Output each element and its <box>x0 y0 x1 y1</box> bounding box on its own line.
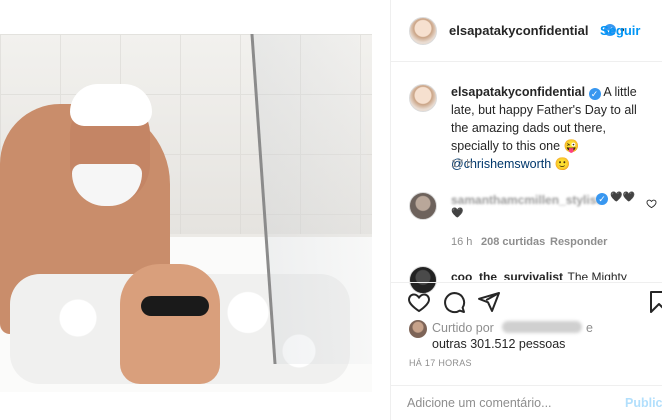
comment-time[interactable]: 16 h <box>451 236 472 248</box>
photo-kid <box>120 264 220 384</box>
liked-by-avatar[interactable] <box>409 320 427 338</box>
verified-icon: ✓ <box>596 193 608 205</box>
comment-username[interactable]: coo_the_survivalist <box>451 270 563 280</box>
caption-emoji: 😜 <box>563 139 580 153</box>
add-comment-bar: Publicar <box>391 385 662 420</box>
actions-divider <box>391 282 662 283</box>
caption-time[interactable]: 17 h <box>451 158 472 170</box>
publish-button[interactable]: Publicar <box>625 396 662 410</box>
comment-input[interactable] <box>407 396 607 410</box>
post-sidebar: elsapatakyconfidential ✓ • Seguir elsapa… <box>390 0 662 420</box>
post-photo[interactable] <box>0 34 372 392</box>
comment-text-line2: 🖤 <box>451 208 464 219</box>
follow-button[interactable]: Seguir <box>600 23 640 38</box>
post-header: elsapatakyconfidential ✓ • Seguir <box>391 0 662 62</box>
comment-text: The Mighty <box>567 270 627 280</box>
liked-by-prefix: Curtido por <box>432 321 494 335</box>
bookmark-icon[interactable] <box>647 290 662 314</box>
post-modal: elsapatakyconfidential ✓ • Seguir elsapa… <box>0 0 662 420</box>
author-avatar[interactable] <box>409 17 437 45</box>
photo-man-foam <box>70 84 152 126</box>
share-icon[interactable] <box>477 290 501 314</box>
post-timestamp[interactable]: HÁ 17 HORAS <box>409 358 472 368</box>
author-username[interactable]: elsapatakyconfidential <box>449 23 588 38</box>
caption-author-avatar[interactable] <box>409 84 437 112</box>
comment-username[interactable]: samanthamcmillen_stylist <box>451 193 600 207</box>
liked-by-suffix: e <box>586 321 593 335</box>
caption-author[interactable]: elsapatakyconfidential <box>451 85 585 99</box>
comment-hearts: 🖤🖤 <box>610 192 635 203</box>
comment-like-icon[interactable] <box>646 198 657 209</box>
comment-avatar[interactable] <box>409 192 437 220</box>
caption-emoji-after: 🙂 <box>554 157 571 171</box>
verified-icon: ✓ <box>588 88 601 100</box>
caption: elsapatakyconfidential ✓ A little late, … <box>451 83 651 173</box>
heart-icon[interactable] <box>407 290 431 314</box>
comment-icon[interactable] <box>442 290 466 314</box>
comment-row-clipped: coo_the_survivalist The Mighty <box>451 268 651 280</box>
reply-button[interactable]: Responder <box>550 236 607 248</box>
photo-kid-sunglasses <box>141 296 209 316</box>
comment-likes[interactable]: 208 curtidas <box>481 236 545 248</box>
liked-by-username-blurred[interactable] <box>502 321 582 333</box>
likes-count[interactable]: outras 301.512 pessoas <box>432 337 565 351</box>
